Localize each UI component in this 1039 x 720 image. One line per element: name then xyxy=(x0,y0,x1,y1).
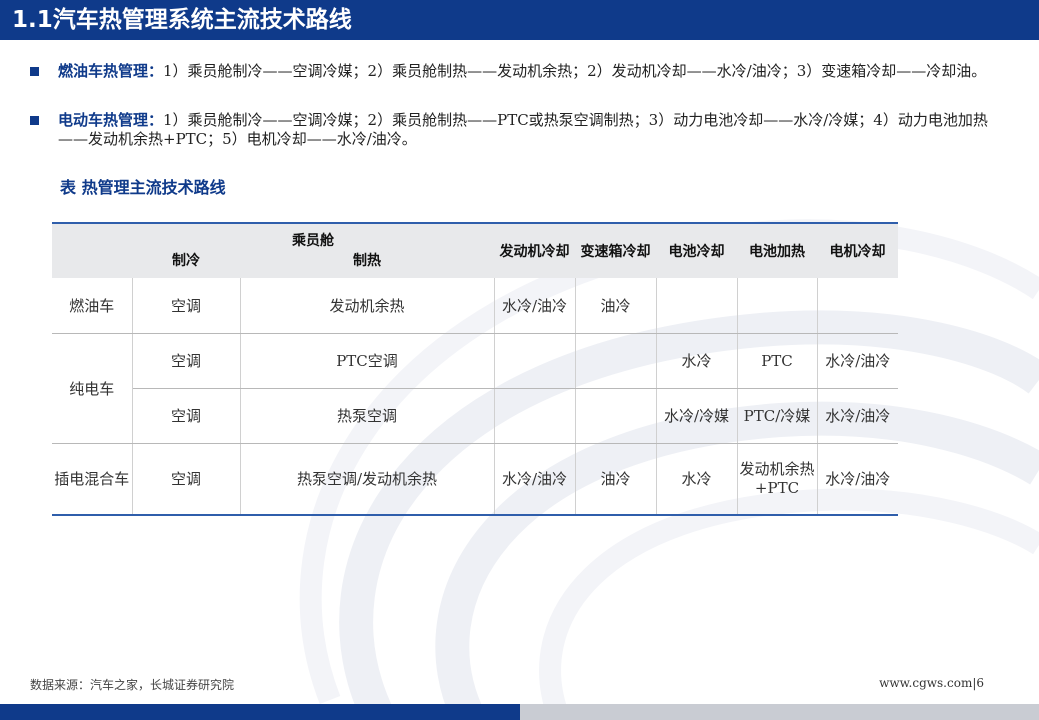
table-row: 插电混合车 空调 热泵空调/发动机余热 水冷/油冷 油冷 水冷 发动机余热+PT… xyxy=(52,443,898,516)
cell-vehicle-type: 纯电车 xyxy=(52,333,133,444)
cell-battery-cooling xyxy=(656,278,738,334)
table-caption: 表 热管理主流技术路线 xyxy=(60,178,226,197)
cell-cabin-cooling: 空调 xyxy=(132,443,241,516)
table-row: 纯电车 空调 PTC空调 水冷 PTC 水冷/油冷 xyxy=(52,333,898,444)
cell-battery-heating xyxy=(737,278,818,334)
cell-battery-cooling: 水冷 xyxy=(656,443,738,516)
cell-cabin-heating: PTC空调 xyxy=(240,333,495,389)
cell-battery-cooling: 水冷 xyxy=(656,333,738,389)
cell-cabin-heating: 热泵空调/发动机余热 xyxy=(240,443,495,516)
bullet-body: 1）乘员舱制冷——空调冷媒；2）乘员舱制热——PTC或热泵空调制热；3）动力电池… xyxy=(58,111,988,148)
cell-battery-heating: PTC xyxy=(737,333,818,389)
bullet-electric-vehicle: 电动车热管理：1）乘员舱制冷——空调冷媒；2）乘员舱制热——PTC或热泵空调制热… xyxy=(30,111,1005,149)
cell-cabin-heating: 发动机余热 xyxy=(240,278,495,334)
table-row: 空调 热泵空调 水冷/冷媒 PTC/冷媒 水冷/油冷 xyxy=(52,388,898,444)
header-vehicle-type xyxy=(52,222,132,278)
bullet-body: 1）乘员舱制冷——空调冷媒；2）乘员舱制热——发动机余热；2）发动机冷却——水冷… xyxy=(163,62,987,80)
header-battery-heating: 电池加热 xyxy=(737,222,817,278)
bullet-fuel-vehicle: 燃油车热管理：1）乘员舱制冷——空调冷媒；2）乘员舱制热——发动机余热；2）发动… xyxy=(30,62,1005,81)
cell-engine-cooling: 水冷/油冷 xyxy=(494,278,576,334)
table-row: 燃油车 空调 发动机余热 水冷/油冷 油冷 xyxy=(52,278,898,334)
header-cabin-heating: 制热 xyxy=(240,250,494,278)
cell-gearbox-cooling xyxy=(575,388,657,444)
cell-battery-heating: 发动机余热+PTC xyxy=(737,443,818,516)
bullet-square-icon xyxy=(30,116,39,125)
cell-motor-cooling: 水冷/油冷 xyxy=(817,333,898,389)
cell-engine-cooling xyxy=(494,388,576,444)
cell-motor-cooling: 水冷/油冷 xyxy=(817,388,898,444)
footer-bar-blue xyxy=(0,704,520,720)
cell-vehicle-type: 插电混合车 xyxy=(52,443,133,516)
bullet-heading: 电动车热管理： xyxy=(58,111,164,129)
cell-engine-cooling xyxy=(494,333,576,389)
table-header-row: 乘员舱 发动机冷却 变速箱冷却 电池冷却 电池加热 电机冷却 xyxy=(52,222,898,278)
cell-vehicle-type: 燃油车 xyxy=(52,278,133,334)
header-engine-cooling: 发动机冷却 xyxy=(494,222,575,278)
footer-url-page: www.cgws.com|6 xyxy=(879,676,984,690)
header-motor-cooling: 电机冷却 xyxy=(817,222,898,278)
data-source-note: 数据来源：汽车之家，长城证券研究院 xyxy=(30,678,235,692)
footer-bar-grey xyxy=(520,704,1039,720)
cell-gearbox-cooling: 油冷 xyxy=(575,443,657,516)
cell-gearbox-cooling: 油冷 xyxy=(575,278,657,334)
header-gearbox-cooling: 变速箱冷却 xyxy=(575,222,656,278)
cell-motor-cooling xyxy=(817,278,898,334)
cell-battery-heating: PTC/冷媒 xyxy=(737,388,818,444)
bullet-heading: 燃油车热管理： xyxy=(58,62,164,80)
cell-cabin-cooling: 空调 xyxy=(132,388,241,444)
cell-motor-cooling: 水冷/油冷 xyxy=(817,443,898,516)
cell-engine-cooling: 水冷/油冷 xyxy=(494,443,576,516)
bullet-square-icon xyxy=(30,67,39,76)
header-battery-cooling: 电池冷却 xyxy=(656,222,737,278)
header-cabin-cooling: 制冷 xyxy=(132,250,240,278)
cell-battery-cooling: 水冷/冷媒 xyxy=(656,388,738,444)
cell-cabin-heating: 热泵空调 xyxy=(240,388,495,444)
cell-cabin-cooling: 空调 xyxy=(132,333,241,389)
cell-gearbox-cooling xyxy=(575,333,657,389)
cell-cabin-cooling: 空调 xyxy=(132,278,241,334)
header-cabin-group: 乘员舱 xyxy=(132,222,494,250)
thermal-routes-table: 乘员舱 发动机冷却 变速箱冷却 电池冷却 电池加热 电机冷却 制冷 制热 燃油车… xyxy=(52,222,898,516)
